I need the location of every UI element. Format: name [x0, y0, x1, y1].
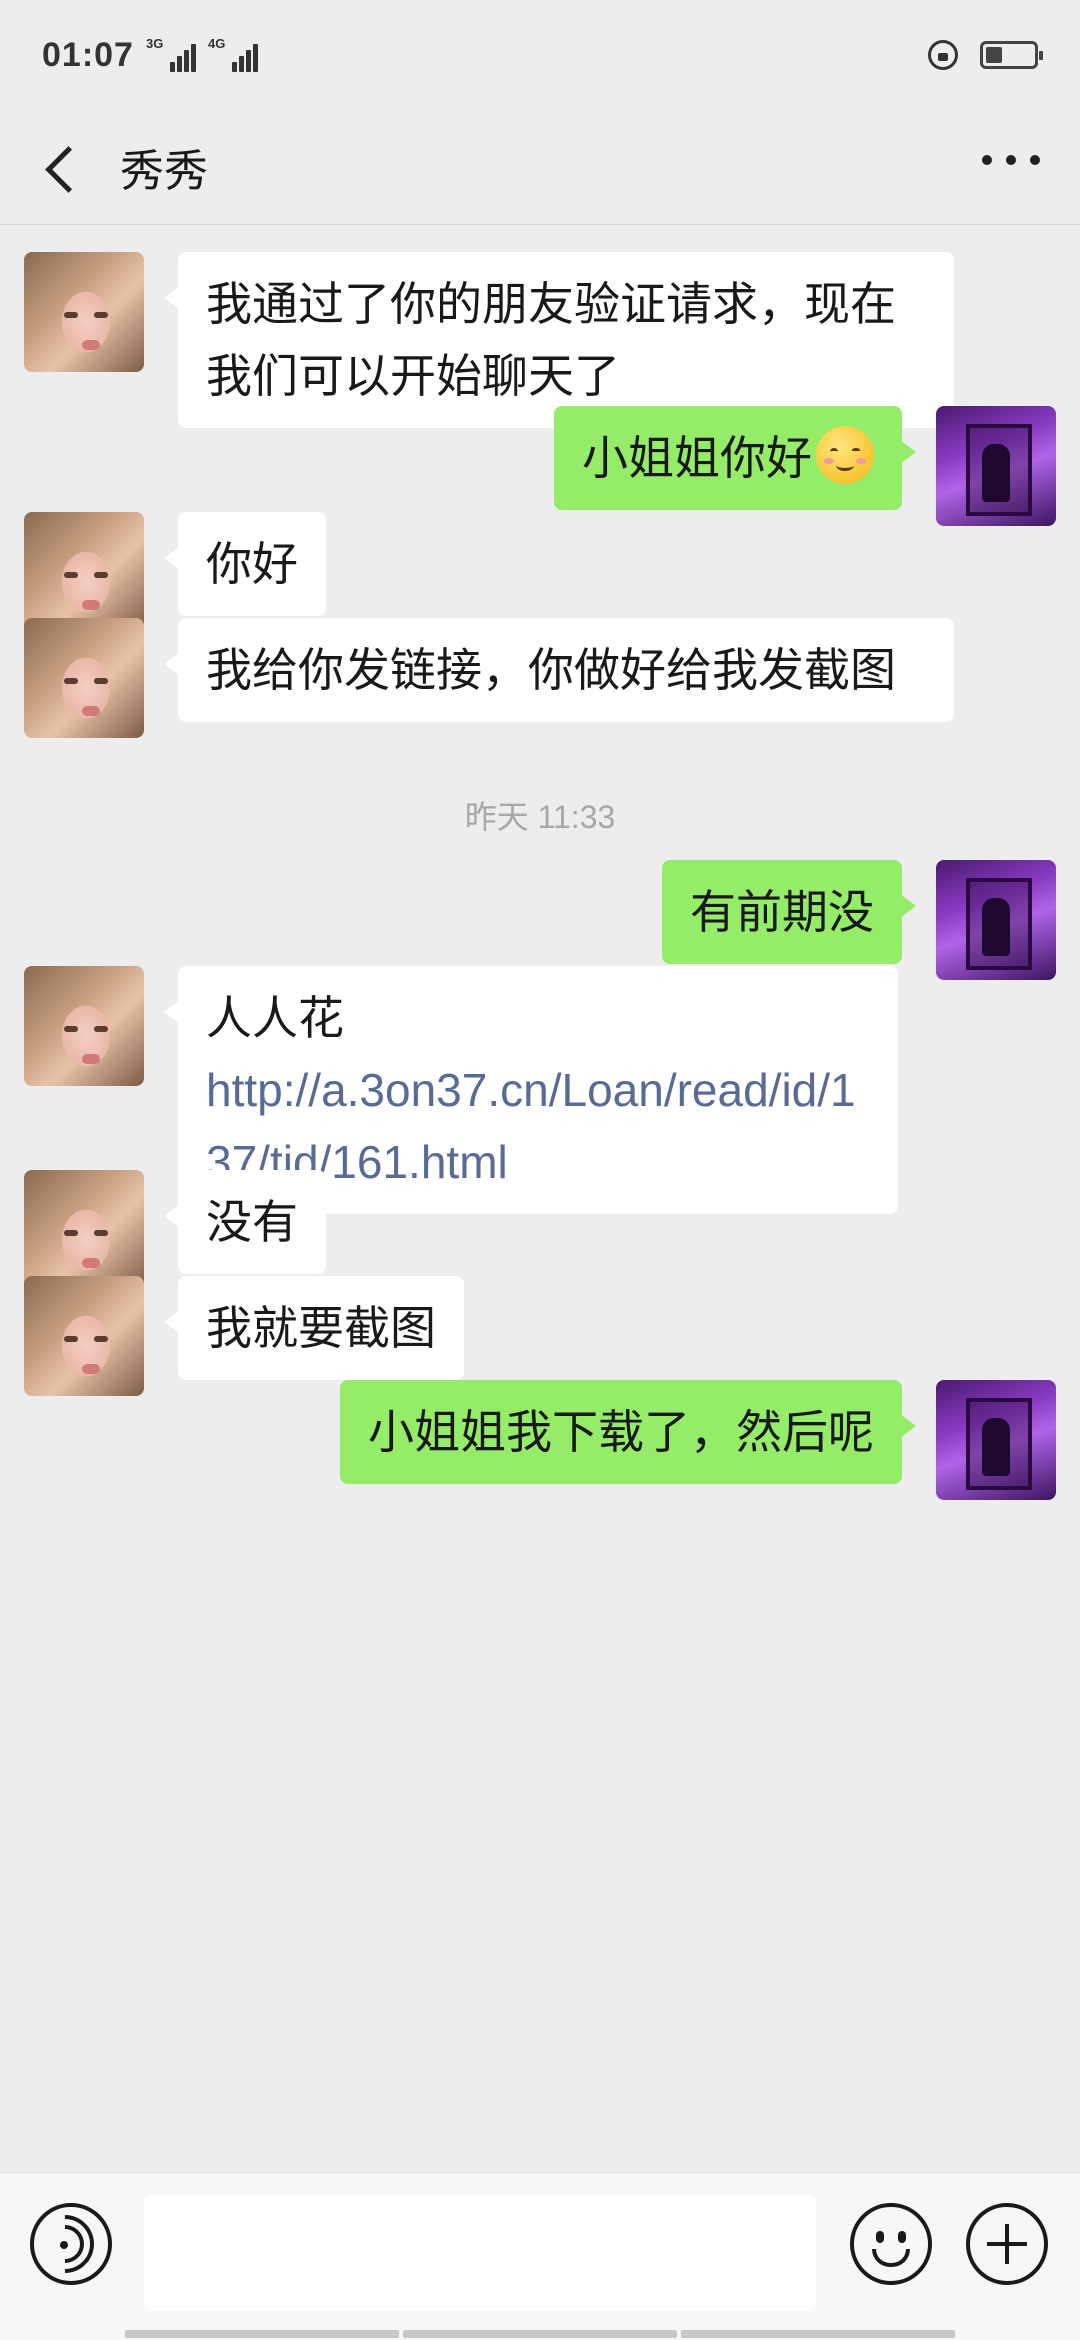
battery-icon	[980, 41, 1043, 69]
signal-3g-icon: 3G	[145, 36, 196, 72]
voice-icon[interactable]	[23, 2202, 112, 2286]
my-avatar[interactable]	[936, 1380, 1056, 1500]
blushing-smile-emoji	[816, 426, 874, 484]
contact-avatar[interactable]	[24, 512, 144, 632]
clock: 01:07	[42, 35, 134, 74]
contact-avatar[interactable]	[24, 1276, 144, 1396]
message-text: 小姐姐你好	[582, 431, 812, 485]
outgoing-message[interactable]: 小姐姐你好	[554, 406, 916, 510]
navigation-indicator	[125, 2330, 955, 2338]
status-left: 01:07 3G 4G	[42, 36, 258, 75]
chat-header: 秀秀	[0, 110, 1080, 225]
back-arrow-icon[interactable]	[40, 137, 84, 197]
emoji-icon[interactable]	[850, 2203, 932, 2285]
status-right	[928, 40, 1043, 70]
contact-avatar[interactable]	[24, 252, 144, 372]
message-list[interactable]: 昨天 11:32 我通过了你的朋友验证请求，现在我们可以开始聊天了 小姐姐你好 …	[0, 226, 1080, 2171]
message-text: 人人花	[206, 991, 344, 1045]
incoming-message[interactable]: 我就要截图	[164, 1276, 464, 1380]
my-avatar[interactable]	[936, 406, 1056, 526]
network-type-label: 3G	[145, 36, 164, 51]
network-type-label: 4G	[207, 36, 226, 51]
my-avatar[interactable]	[936, 860, 1056, 980]
outgoing-message[interactable]: 小姐姐我下载了，然后呢	[340, 1380, 916, 1484]
incoming-message[interactable]: 我通过了你的朋友验证请求，现在我们可以开始聊天了	[164, 252, 954, 428]
more-options-icon[interactable]	[982, 155, 1040, 165]
incoming-message[interactable]: 没有	[164, 1170, 326, 1274]
incoming-message[interactable]: 我给你发链接，你做好给我发截图	[164, 618, 954, 722]
message-input[interactable]	[144, 2195, 816, 2311]
contact-avatar[interactable]	[24, 1170, 144, 1290]
contact-avatar[interactable]	[24, 618, 144, 738]
outgoing-message[interactable]: 有前期没	[662, 860, 916, 964]
chat-title: 秀秀	[120, 146, 208, 197]
incoming-message[interactable]: 你好	[164, 512, 326, 616]
status-bar: 01:07 3G 4G	[0, 0, 1080, 110]
contact-avatar[interactable]	[24, 966, 144, 1086]
input-bar	[0, 2172, 1080, 2340]
signal-4g-icon: 4G	[207, 36, 258, 72]
rotation-lock-icon	[928, 40, 958, 70]
plus-icon[interactable]	[966, 2203, 1048, 2285]
timestamp: 昨天 11:33	[464, 799, 616, 835]
